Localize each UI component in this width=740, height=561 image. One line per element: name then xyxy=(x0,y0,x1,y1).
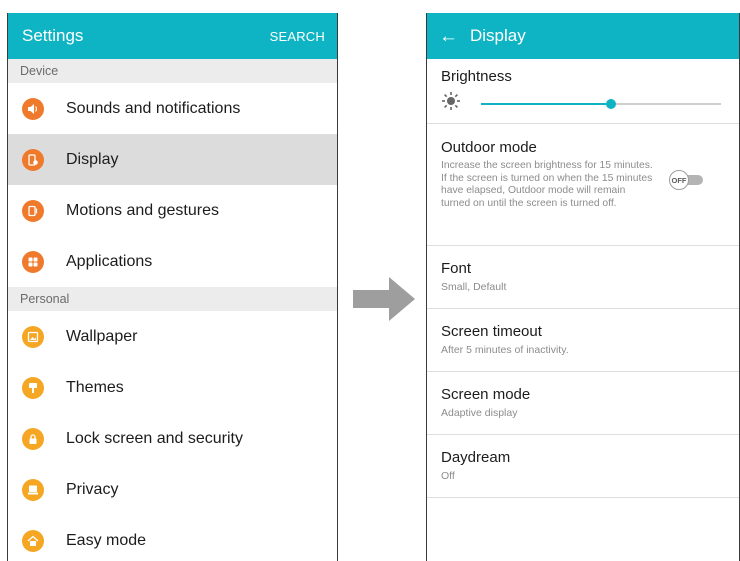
screen-timeout-label: Screen timeout xyxy=(441,323,542,340)
settings-screen: Settings SEARCH Device Sounds and notifi… xyxy=(7,13,338,561)
outdoor-mode-label: Outdoor mode xyxy=(441,139,537,156)
display-icon xyxy=(22,148,44,171)
brightness-setting: Brightness xyxy=(427,59,739,124)
brightness-slider[interactable] xyxy=(481,98,721,109)
privacy-icon xyxy=(22,478,44,501)
brightness-sun-icon xyxy=(441,91,461,116)
settings-item-lock-screen-and-security[interactable]: Lock screen and security xyxy=(8,413,337,464)
motions-icon xyxy=(22,199,44,222)
display-settings-screen: ← Display Brightness Outdoor mode Increa… xyxy=(426,13,740,561)
section-header-personal: Personal xyxy=(8,287,337,311)
font-setting[interactable]: Font Small, Default xyxy=(427,246,739,309)
daydream-value: Off xyxy=(441,470,455,482)
page-title: Display xyxy=(470,26,526,45)
screen-timeout-value: After 5 minutes of inactivity. xyxy=(441,344,569,356)
brightness-slider-thumb[interactable] xyxy=(605,98,616,109)
paintbrush-icon xyxy=(22,376,44,399)
page-title: Settings xyxy=(22,26,84,45)
toggle-knob: OFF xyxy=(669,170,689,190)
daydream-setting[interactable]: Daydream Off xyxy=(427,435,739,498)
settings-item-label: Wallpaper xyxy=(66,327,138,345)
settings-item-label: Lock screen and security xyxy=(66,429,243,447)
lock-icon xyxy=(22,427,44,450)
speaker-icon xyxy=(22,97,44,120)
settings-item-label: Sounds and notifications xyxy=(66,99,241,117)
settings-item-privacy[interactable]: Privacy xyxy=(8,464,337,515)
transition-arrow-icon xyxy=(353,277,415,326)
settings-item-label: Themes xyxy=(66,378,124,396)
settings-item-label: Easy mode xyxy=(66,531,147,549)
settings-item-label: Applications xyxy=(66,252,153,270)
display-app-bar: ← Display xyxy=(427,13,739,59)
outdoor-mode-description: Increase the screen brightness for 15 mi… xyxy=(441,160,653,210)
settings-item-wallpaper[interactable]: Wallpaper xyxy=(8,311,337,362)
screen-timeout-setting[interactable]: Screen timeout After 5 minutes of inacti… xyxy=(427,309,739,372)
outdoor-mode-setting[interactable]: Outdoor mode Increase the screen brightn… xyxy=(427,124,739,246)
settings-item-themes[interactable]: Themes xyxy=(8,362,337,413)
font-value: Small, Default xyxy=(441,281,507,293)
settings-item-motions-and-gestures[interactable]: Motions and gestures xyxy=(8,185,337,236)
settings-item-applications[interactable]: Applications xyxy=(8,236,337,287)
brightness-slider-fill xyxy=(481,102,611,105)
settings-item-display[interactable]: Display xyxy=(8,134,337,185)
settings-item-label: Privacy xyxy=(66,480,119,498)
settings-item-label: Display xyxy=(66,150,119,168)
daydream-label: Daydream xyxy=(441,449,511,466)
wallpaper-icon xyxy=(22,325,44,348)
outdoor-mode-toggle[interactable]: OFF xyxy=(669,170,703,190)
back-arrow-icon[interactable]: ← xyxy=(439,27,458,46)
settings-item-sounds-and-notifications[interactable]: Sounds and notifications xyxy=(8,83,337,134)
home-icon xyxy=(22,529,44,552)
brightness-label: Brightness xyxy=(441,68,512,85)
settings-app-bar: Settings SEARCH xyxy=(8,13,337,59)
settings-item-easy-mode[interactable]: Easy mode xyxy=(8,515,337,561)
search-button[interactable]: SEARCH xyxy=(270,29,325,44)
screen-mode-label: Screen mode xyxy=(441,386,531,403)
screen-mode-value: Adaptive display xyxy=(441,407,518,419)
font-label: Font xyxy=(441,260,472,277)
settings-item-label: Motions and gestures xyxy=(66,201,219,219)
section-header-device: Device xyxy=(8,59,337,83)
screen-mode-setting[interactable]: Screen mode Adaptive display xyxy=(427,372,739,435)
apps-grid-icon xyxy=(22,250,44,273)
